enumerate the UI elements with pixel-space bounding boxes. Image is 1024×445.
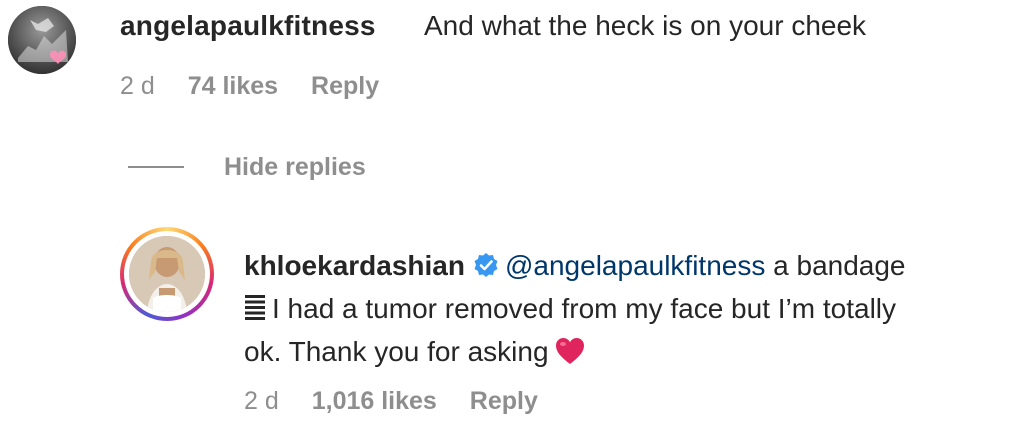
reply-username[interactable]: khloekardashian: [244, 250, 465, 281]
reply-text-part1: a bandage: [765, 250, 906, 281]
mention-link[interactable]: @angelapaulkfitness: [505, 250, 765, 281]
verified-badge-icon: [474, 253, 498, 277]
reply-likes[interactable]: 1,016 likes: [312, 387, 437, 415]
hide-replies-label: Hide replies: [224, 152, 366, 181]
reply-text-line3: ok. Thank you for asking: [244, 330, 1019, 373]
avatar: [129, 236, 205, 312]
comment-meta: 2 d 74 likes Reply: [120, 72, 379, 101]
comment-text: And what the heck is on your cheek: [424, 10, 867, 41]
profile-photo-icon: [129, 236, 205, 312]
avatar[interactable]: [8, 6, 76, 74]
reply-text-line2: I had a tumor removed from my face but I…: [244, 287, 1019, 330]
red-heart-emoji-icon: [555, 338, 584, 364]
reply-timestamp[interactable]: 2 d: [244, 387, 279, 415]
comment-likes[interactable]: 74 likes: [188, 72, 278, 100]
comment-timestamp[interactable]: 2 d: [120, 72, 155, 100]
divider-line: [128, 166, 184, 168]
reply-text-part3: ok. Thank you for asking: [244, 336, 549, 367]
profile-photo-icon: [8, 6, 76, 74]
hide-replies-button[interactable]: Hide replies: [128, 150, 366, 184]
reply-text-part2: I had a tumor removed from my face but I…: [272, 293, 897, 324]
reply-button[interactable]: Reply: [470, 387, 538, 415]
reply-meta: 2 d 1,016 likes Reply: [244, 387, 538, 416]
reply-comment: khloekardashian @angelapaulkfitness a ba…: [244, 244, 1019, 373]
comment-username[interactable]: angelapaulkfitness: [120, 10, 376, 42]
comment-item: angelapaulkfitness And what the heck is …: [0, 0, 1024, 120]
story-ring-avatar[interactable]: [120, 227, 214, 321]
lines-icon: [245, 295, 265, 320]
reply-button[interactable]: Reply: [311, 72, 379, 100]
